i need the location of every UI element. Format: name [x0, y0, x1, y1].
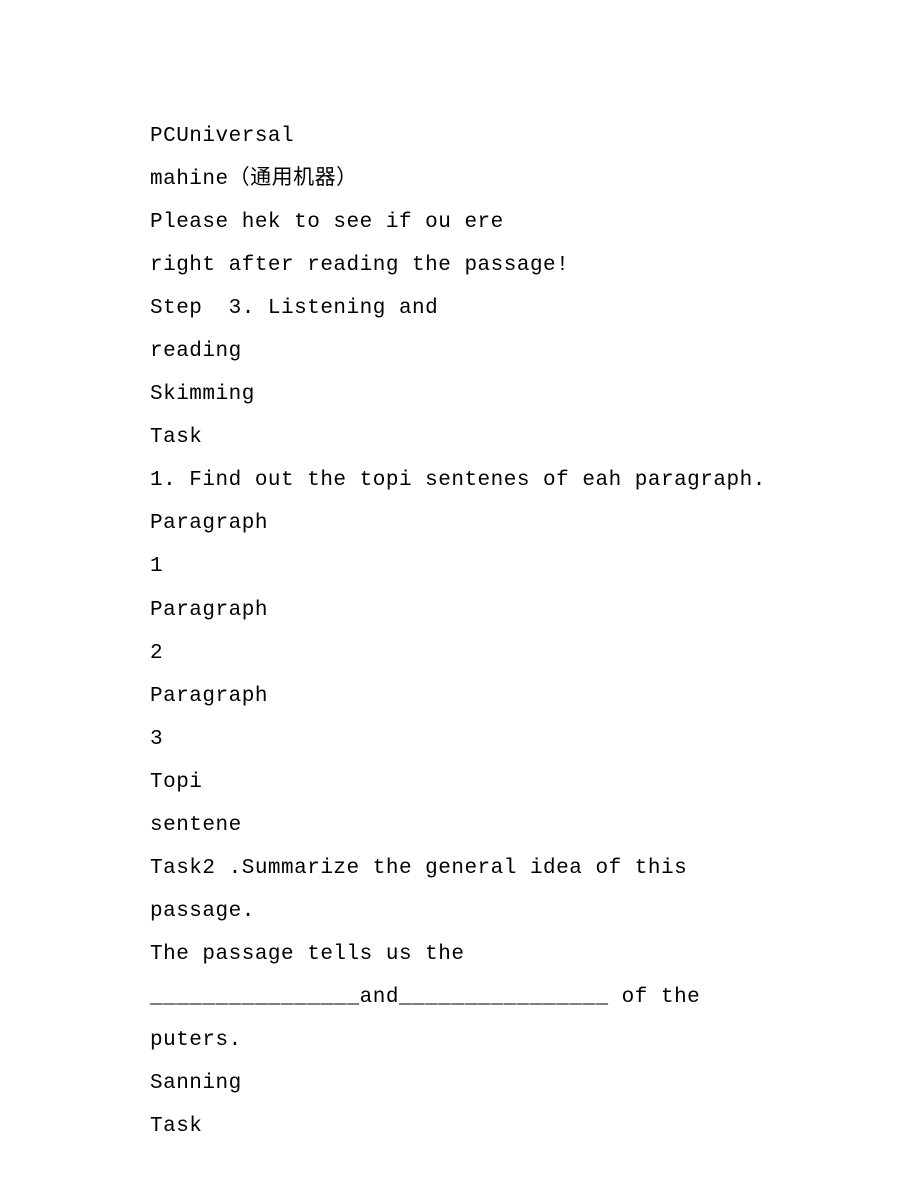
text-line: reading: [150, 330, 920, 373]
text-line: Task2 .Summarize the general idea of thi…: [150, 847, 920, 890]
text-line: PCUniversal: [150, 115, 920, 158]
text-line: Task: [150, 1105, 920, 1148]
text-line: Please hek to see if ou ere: [150, 201, 920, 244]
text-line: sentene: [150, 804, 920, 847]
text-line: Topi: [150, 761, 920, 804]
text-line: puters.: [150, 1019, 920, 1062]
text-line: 1. Find out the topi sentenes of eah par…: [150, 459, 920, 502]
text-line: Task: [150, 416, 920, 459]
text-line: passage.: [150, 890, 920, 933]
text-line: right after reading the passage!: [150, 244, 920, 287]
text-line: ________________and________________ of t…: [150, 976, 920, 1019]
text-line: 3: [150, 718, 920, 761]
text-line: mahine（通用机器）: [150, 158, 920, 201]
text-line: Skimming: [150, 373, 920, 416]
text-line: Sanning: [150, 1062, 920, 1105]
text-line: Paragraph: [150, 502, 920, 545]
text-line: The passage tells us the: [150, 933, 920, 976]
text-line: 1: [150, 545, 920, 588]
text-line: Paragraph: [150, 675, 920, 718]
text-line: 2: [150, 632, 920, 675]
text-line: Step 3. Listening and: [150, 287, 920, 330]
text-line: Paragraph: [150, 589, 920, 632]
